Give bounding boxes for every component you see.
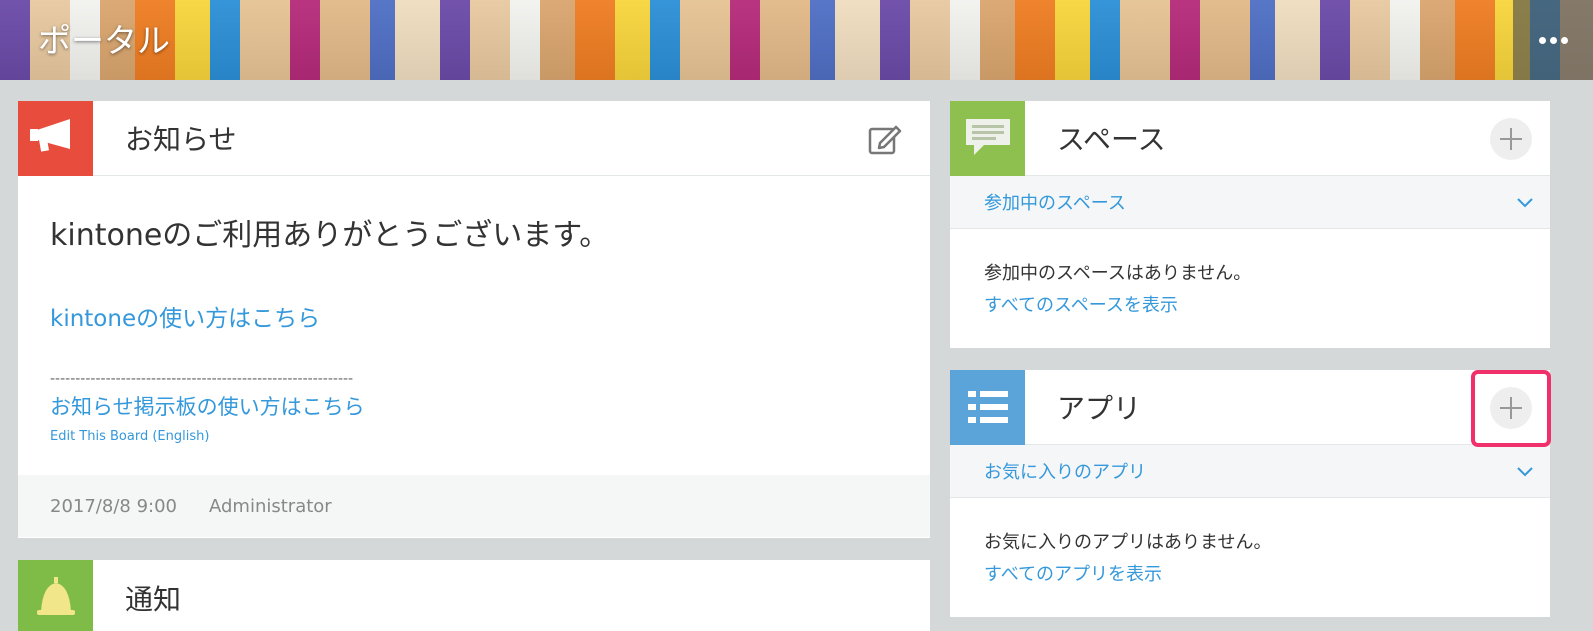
chevron-down-icon	[1517, 198, 1533, 208]
space-header: スペース	[950, 100, 1550, 176]
app-panel: アプリ お気に入りのアプリ お気に入りのアプリはありません。 すべてのアプリを表…	[950, 369, 1550, 617]
notification-header: 通知	[18, 560, 930, 631]
notice-board-panel: お知らせ kintoneのご利用ありがとうございます。 kintoneの使い方は…	[18, 100, 930, 538]
plus-icon	[1500, 397, 1522, 419]
portal-banner: ポータル	[0, 0, 1593, 80]
notice-lead-text: kintoneのご利用ありがとうございます。	[50, 218, 610, 253]
show-all-apps-link[interactable]: すべてのアプリを表示	[984, 560, 1550, 586]
space-content: 参加中のスペースはありません。 すべてのスペースを表示	[950, 229, 1550, 317]
notice-body: kintoneのご利用ありがとうございます。 kintoneの使い方はこちら -…	[18, 176, 930, 475]
list-icon	[950, 369, 1025, 445]
notice-title: お知らせ	[125, 123, 237, 156]
show-all-spaces-link[interactable]: すべてのスペースを表示	[984, 291, 1550, 317]
add-space-button[interactable]	[1490, 118, 1532, 160]
notice-header: お知らせ	[18, 100, 930, 176]
edit-icon[interactable]	[868, 123, 902, 155]
more-menu-button[interactable]	[1513, 0, 1593, 80]
app-header: アプリ	[950, 369, 1550, 445]
space-filter-dropdown[interactable]: 参加中のスペース	[950, 176, 1550, 229]
divider-text: ----------------------------------------…	[50, 371, 354, 387]
app-filter-label: お気に入りのアプリ	[984, 462, 1146, 483]
app-title: アプリ	[1057, 392, 1142, 425]
space-filter-label: 参加中のスペース	[984, 193, 1126, 214]
notice-author: Administrator	[208, 495, 332, 517]
space-title: スペース	[1057, 123, 1166, 156]
bell-icon	[18, 560, 93, 631]
edit-board-english-link[interactable]: Edit This Board (English)	[50, 429, 898, 444]
app-empty-message: お気に入りのアプリはありません。	[984, 532, 1272, 553]
speech-bubble-icon	[950, 100, 1025, 176]
notification-panel: 通知	[18, 560, 930, 631]
app-content: お気に入りのアプリはありません。 すべてのアプリを表示	[950, 498, 1550, 586]
notification-title: 通知	[125, 582, 182, 616]
notice-footer: 2017/8/8 9:00 Administrator	[18, 475, 930, 537]
space-panel: スペース 参加中のスペース 参加中のスペースはありません。 すべてのスペースを表…	[950, 100, 1550, 348]
app-filter-dropdown[interactable]: お気に入りのアプリ	[950, 445, 1550, 498]
megaphone-icon	[18, 100, 93, 176]
add-app-button[interactable]	[1490, 387, 1532, 429]
more-horizontal-icon	[1538, 36, 1568, 44]
how-to-use-link[interactable]: kintoneの使い方はこちら	[50, 299, 898, 333]
chevron-down-icon	[1517, 467, 1533, 477]
page-title: ポータル	[38, 21, 170, 60]
plus-icon	[1500, 128, 1522, 150]
notice-date: 2017/8/8 9:00	[50, 495, 177, 517]
space-empty-message: 参加中のスペースはありません。	[984, 263, 1252, 284]
board-help-link[interactable]: お知らせ掲示板の使い方はこちら	[50, 391, 898, 421]
